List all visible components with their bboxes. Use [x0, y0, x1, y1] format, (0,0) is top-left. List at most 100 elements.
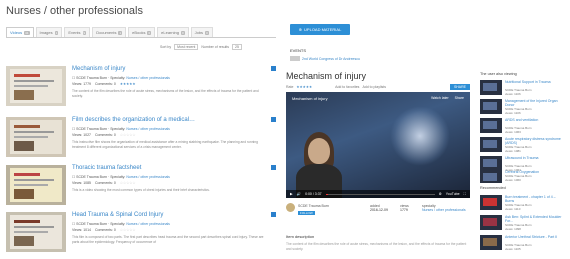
specialty-link[interactable]: Nurses / other professionals	[422, 208, 466, 212]
select-checkbox[interactable]	[271, 117, 276, 122]
related-thumbnail[interactable]	[480, 80, 502, 95]
specialty-link[interactable]: Nurses / other professionals	[126, 222, 170, 226]
related-thumbnail[interactable]	[480, 99, 502, 114]
tab-events[interactable]: Events 9	[64, 27, 91, 37]
youtube-logo[interactable]: YouTube	[446, 192, 460, 196]
recommended-title[interactable]: Ask Ben: Splint & Extended Moulder For..…	[505, 215, 565, 223]
follow-button[interactable]: FOLLOW	[298, 211, 315, 215]
recommended-title[interactable]: Anterior Urethral Stricture - Part II	[505, 235, 565, 239]
settings-icon[interactable]: ⚙	[439, 192, 442, 196]
video-thumbnail[interactable]	[6, 165, 66, 205]
specialty-link[interactable]: Nurses / other professionals	[126, 76, 170, 80]
item-author[interactable]: SCDE Trauma Burn	[76, 76, 107, 80]
recommended-video[interactable]: Burn treatment - chapter 1 of 4 – Burns S…	[480, 195, 566, 213]
specialty-link[interactable]: Nurses / other professionals	[126, 127, 170, 131]
event-item[interactable]: 2nd World Congress of Dr Andreescu	[290, 56, 360, 61]
related-video[interactable]: Management of the Injured Organ Donor SCD…	[480, 99, 566, 117]
views-value: 1779	[400, 208, 408, 212]
volume-icon[interactable]: 🔊	[297, 192, 301, 196]
added-col: added 2016-12-09	[370, 204, 388, 212]
tab-label: Jobs	[194, 30, 204, 35]
related-meta: SCDE Trauma Burn views: 1106	[505, 107, 532, 115]
tab-elearning[interactable]: eLearning 0	[157, 27, 189, 37]
tab-label: eLearning	[161, 30, 179, 35]
tab-images[interactable]: Images 1	[35, 27, 63, 37]
rating-stars[interactable]: ★★★★★	[296, 85, 312, 89]
item-author[interactable]: SCDE Trauma Burn	[76, 127, 107, 131]
recommended-thumbnail[interactable]	[480, 195, 502, 210]
item-stats: Views: 1014 Comments: 0 ☆☆☆☆☆	[72, 228, 136, 232]
select-checkbox[interactable]	[271, 165, 276, 170]
add-playlist-link[interactable]: Add to playlists	[362, 85, 386, 89]
tab-documents[interactable]: Documents 1	[92, 27, 127, 37]
related-video[interactable]: Cerebral Oxygenation SCDE Trauma Burn view…	[480, 170, 566, 185]
recommended-thumbnail[interactable]	[480, 215, 502, 230]
recommended-thumbnail[interactable]	[480, 235, 502, 250]
video-thumbnail[interactable]	[6, 66, 66, 106]
video-player[interactable]: Mechanism of injury Watch later Share ▶ …	[286, 92, 470, 198]
related-thumbnail[interactable]	[480, 170, 502, 183]
item-title-link[interactable]: Thoracic trauma factsheet	[72, 165, 141, 171]
related-title[interactable]: Ultrasound in Trauma	[505, 156, 565, 160]
watch-later-icon[interactable]: Watch later	[431, 96, 449, 100]
item-title-link[interactable]: Mechanism of injury	[72, 66, 125, 72]
select-checkbox[interactable]	[271, 212, 276, 217]
item-stats: Views: 1027 Comments: 0 ☆☆☆☆☆	[72, 133, 136, 137]
sort-select[interactable]: Most recent	[174, 44, 199, 50]
tab-label: eBooks	[132, 30, 146, 35]
select-checkbox[interactable]	[271, 66, 276, 71]
tab-jobs[interactable]: Jobs 0	[190, 27, 213, 37]
progress-bar[interactable]	[325, 193, 435, 195]
comments-count: Comments: 0	[95, 133, 116, 137]
related-meta: SCDE Trauma Burn views: 1081	[505, 145, 532, 153]
related-video[interactable]: ARDS and ventilation SCDE Trauma Burn view…	[480, 118, 566, 136]
sort-bar: Sort by Most recent Number of results 25	[160, 44, 242, 50]
recommended-video[interactable]: Ask Ben: Splint & Extended Moulder For..…	[480, 215, 566, 233]
item-stats: Views: 1085 Comments: 0 ☆☆☆☆☆	[72, 181, 136, 185]
related-views: views: 1060	[505, 177, 521, 182]
item-author[interactable]: SCDE Trauma Burn	[76, 222, 107, 226]
item-author[interactable]: SCDE Trauma Burn	[76, 175, 107, 179]
tab-count: 1	[118, 30, 123, 35]
related-title[interactable]: Nutritional Support in Trauma	[505, 80, 565, 84]
item-title-link[interactable]: Film describes the organization of a med…	[72, 117, 195, 123]
author-name[interactable]: SCDE Trauma Burn	[298, 204, 329, 208]
related-title[interactable]: Acute respiratory distress syndrome (ARD…	[505, 137, 565, 145]
related-title[interactable]: ARDS and ventilation	[505, 118, 565, 122]
recommended-views: views: 1110	[505, 206, 521, 211]
share-button[interactable]: SHARE	[449, 84, 470, 90]
item-title-link[interactable]: Head Trauma & Spinal Cord Injury	[72, 212, 163, 218]
share-icon[interactable]: Share	[455, 96, 464, 100]
tab-ebooks[interactable]: eBooks 0	[128, 27, 156, 37]
views-count: Views: 1779	[72, 82, 92, 86]
fullscreen-icon[interactable]: ⛶	[464, 192, 466, 196]
rating-stars: ★★★★★	[119, 82, 136, 86]
related-video[interactable]: Acute respiratory distress syndrome (ARD…	[480, 137, 566, 155]
add-favorites-link[interactable]: Add to favorites	[335, 85, 359, 89]
related-title[interactable]: Management of the Injured Organ Donor	[505, 99, 565, 107]
recommended-views: views: 1105	[505, 246, 521, 251]
list-item[interactable]: Mechanism of injury ☐ SCDE Trauma Burn ·…	[6, 66, 276, 110]
specialty-label: Specialty:	[110, 127, 126, 131]
related-thumbnail[interactable]	[480, 118, 502, 133]
upload-material-button[interactable]: ⊕ UPLOAD MATERIAL	[290, 24, 350, 35]
related-thumbnail[interactable]	[480, 137, 502, 152]
item-description: The content of the film describes the ro…	[72, 89, 259, 98]
recommended-video[interactable]: Anterior Urethral Stricture - Part II SCD…	[480, 235, 566, 253]
list-item[interactable]: Thoracic trauma factsheet ☐ SCDE Trauma …	[6, 165, 276, 209]
list-item[interactable]: Film describes the organization of a med…	[6, 117, 276, 161]
related-thumbnail[interactable]	[480, 156, 502, 171]
list-item[interactable]: Head Trauma & Spinal Cord Injury ☐ SCDE …	[6, 212, 276, 256]
added-value: 2016-12-09	[370, 208, 388, 212]
specialty-link[interactable]: Nurses / other professionals	[126, 175, 170, 179]
play-icon[interactable]: ▶	[290, 192, 293, 196]
recommended-title[interactable]: Burn treatment - chapter 1 of 4 – Burns	[505, 195, 565, 203]
avatar[interactable]	[286, 203, 295, 212]
related-video[interactable]: Nutritional Support in Trauma SCDE Trauma…	[480, 80, 566, 98]
event-link[interactable]: 2nd World Congress of Dr Andreescu	[302, 57, 360, 61]
video-thumbnail[interactable]	[6, 117, 66, 157]
recommended-meta: SCDE Trauma Burn views: 1098	[505, 223, 532, 231]
results-select[interactable]: 25	[232, 44, 242, 50]
tab-videos[interactable]: Videos 41	[6, 27, 34, 37]
video-thumbnail[interactable]	[6, 212, 66, 252]
